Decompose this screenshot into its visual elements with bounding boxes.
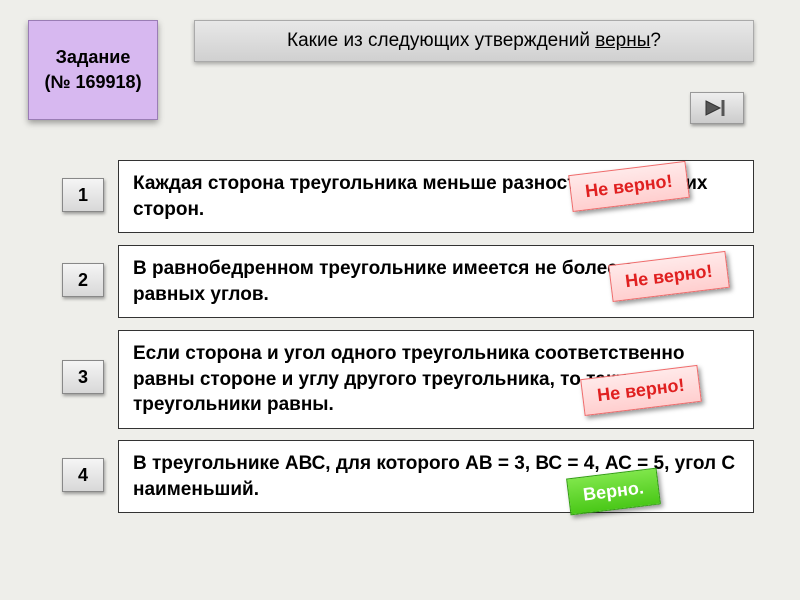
option-number: 4 xyxy=(78,465,88,486)
question-emph: верны xyxy=(595,30,650,51)
next-button[interactable] xyxy=(690,92,744,124)
option-number: 3 xyxy=(78,367,88,388)
question-prefix: Какие из следующих утверждений xyxy=(287,30,595,51)
option-button-3[interactable]: 3 xyxy=(62,360,104,394)
task-label: Задание xyxy=(56,45,131,70)
option-button-1[interactable]: 1 xyxy=(62,178,104,212)
option-number: 2 xyxy=(78,270,88,291)
question-bar: Какие из следующих утверждений верны? xyxy=(194,20,754,62)
option-number: 1 xyxy=(78,185,88,206)
task-number: (№ 169918) xyxy=(44,70,141,95)
task-badge: Задание (№ 169918) xyxy=(28,20,158,120)
option-button-4[interactable]: 4 xyxy=(62,458,104,492)
option-button-2[interactable]: 2 xyxy=(62,263,104,297)
question-text: Какие из следующих утверждений верны? xyxy=(287,30,661,52)
next-arrow-icon xyxy=(703,98,731,118)
question-suffix: ? xyxy=(650,30,661,51)
